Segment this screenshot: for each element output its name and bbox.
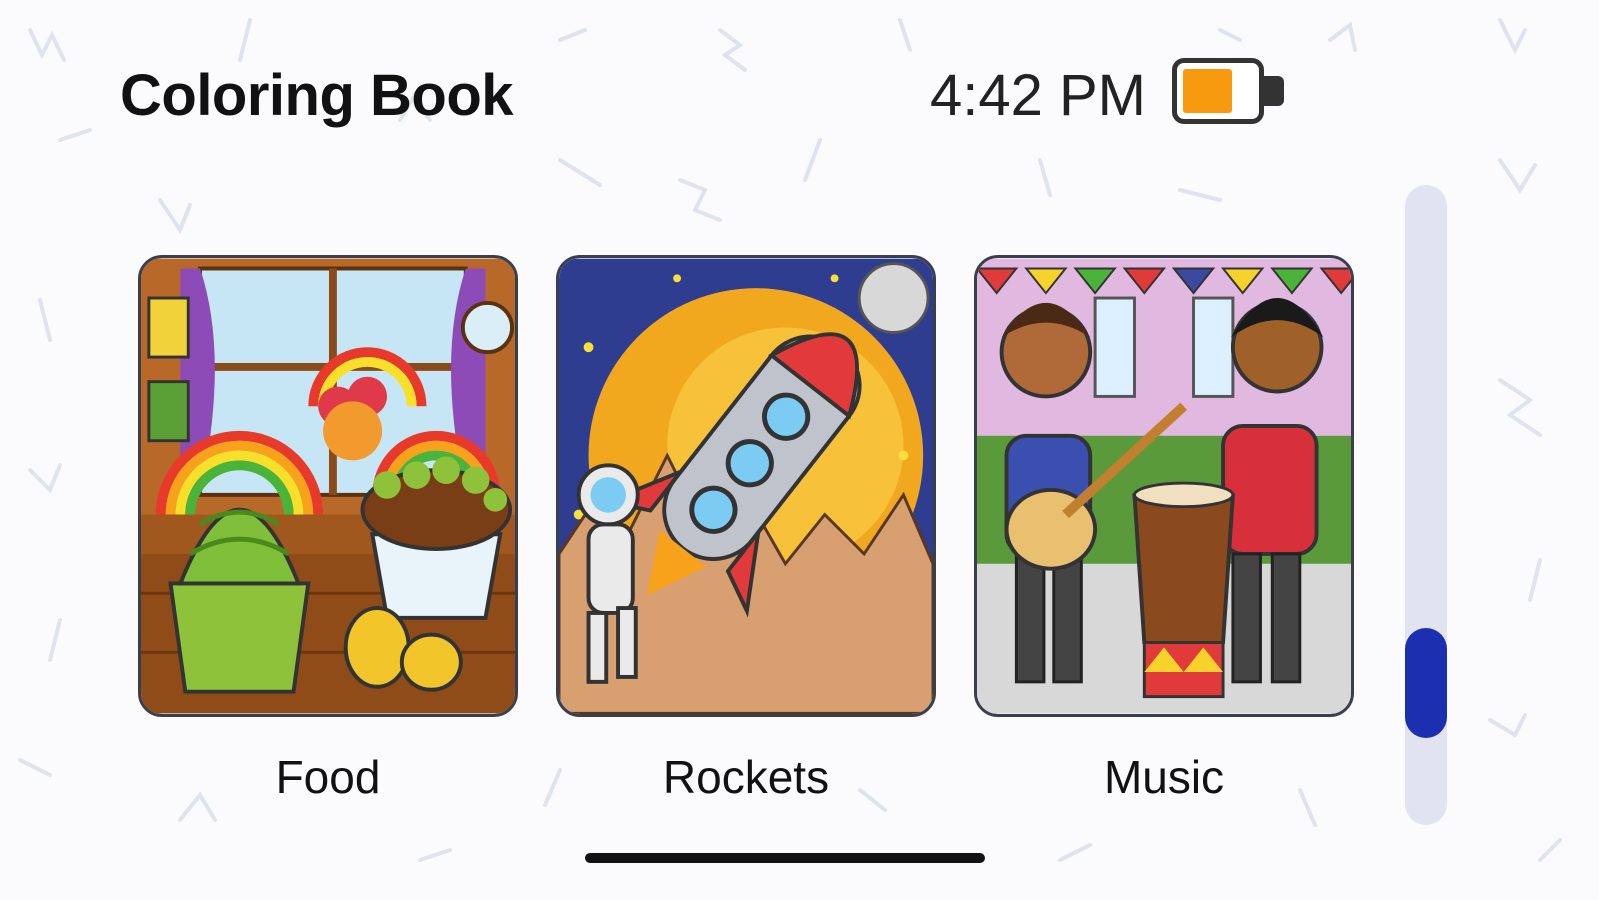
category-label-food[interactable]: Food (138, 750, 518, 804)
vertical-scrollbar[interactable] (1405, 185, 1447, 825)
scrollbar-thumb[interactable] (1405, 628, 1447, 738)
category-card-food[interactable] (138, 255, 518, 717)
cupcakes-illustration (141, 258, 515, 714)
status-time: 4:42 PM (930, 63, 1146, 128)
rocket-astronaut-illustration (559, 258, 933, 714)
battery-cap (1264, 76, 1284, 106)
app-title: Coloring Book (120, 63, 514, 128)
category-label-rockets[interactable]: Rockets (556, 750, 936, 804)
battery-icon (1172, 58, 1264, 124)
category-card-music[interactable] (974, 255, 1354, 717)
home-indicator[interactable] (585, 853, 985, 863)
battery-level-fill (1183, 69, 1232, 113)
musicians-illustration (977, 258, 1351, 714)
category-label-music[interactable]: Music (974, 750, 1354, 804)
category-card-rockets[interactable] (556, 255, 936, 717)
